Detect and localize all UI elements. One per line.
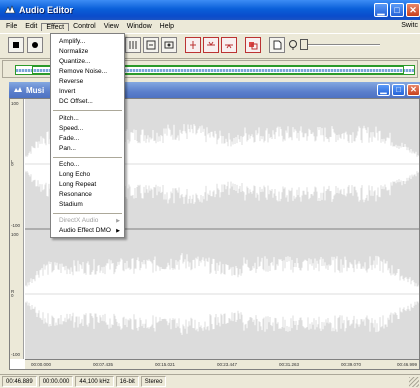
- close-button[interactable]: ✕: [406, 3, 420, 17]
- menu-item-directx-audio: DirectX Audio ▶: [51, 216, 124, 226]
- menu-item-quantize[interactable]: Quantize...: [51, 57, 124, 67]
- menu-item-audio-effect-dmo-label: Audio Effect DMO: [59, 227, 111, 234]
- child-maximize-button[interactable]: □: [392, 84, 405, 96]
- record-button[interactable]: [27, 37, 43, 53]
- time-ruler: 00:00.000 00:07.435 00:15.021 00:23.447 …: [25, 359, 419, 369]
- time-label: 00:15.021: [155, 362, 176, 367]
- menu-effect[interactable]: Effect: [41, 22, 70, 31]
- menu-separator: [53, 110, 122, 111]
- amplitude-ruler: 100 0 -100 100 0 -100 L R: [10, 99, 24, 359]
- zoom-slider-thumb[interactable]: [300, 39, 308, 50]
- record-icon: [32, 42, 38, 48]
- menu-item-normalize[interactable]: Normalize: [51, 47, 124, 57]
- channel-right-label: R: [11, 289, 15, 294]
- time-label: 00:23.447: [217, 362, 238, 367]
- submenu-arrow-icon: ▶: [116, 228, 120, 234]
- split-icon: [190, 41, 196, 49]
- menu-edit[interactable]: Edit: [21, 23, 41, 30]
- minimize-button[interactable]: ▁: [374, 3, 388, 17]
- mix-button[interactable]: [245, 37, 261, 53]
- time-label: 00:46.999: [397, 362, 418, 367]
- time-label: 00:31.263: [279, 362, 300, 367]
- submenu-arrow-icon: ▶: [116, 218, 120, 224]
- marker-icon: [129, 41, 137, 49]
- menu-control[interactable]: Control: [69, 23, 100, 30]
- menu-item-audio-effect-dmo[interactable]: Audio Effect DMO ▶: [51, 226, 124, 236]
- split-button[interactable]: [185, 37, 201, 53]
- time-label: 00:00.000: [31, 362, 52, 367]
- menu-bar: File Edit Effect Control View Window Hel…: [0, 20, 420, 33]
- channel-left-label: L: [11, 159, 14, 164]
- status-bit-depth: 16-bit: [115, 376, 139, 387]
- menu-file[interactable]: File: [2, 23, 21, 30]
- status-position: 00:46.889: [2, 376, 37, 387]
- menu-item-fade[interactable]: Fade...: [51, 134, 124, 144]
- status-selection: 00:00.000: [38, 376, 74, 387]
- menu-item-directx-audio-label: DirectX Audio: [59, 217, 99, 224]
- menu-window[interactable]: Window: [123, 23, 156, 30]
- stop-button[interactable]: [8, 37, 24, 53]
- ruler-label: 100: [11, 232, 19, 237]
- document-icon: [14, 87, 22, 92]
- volume-icon: [289, 40, 297, 50]
- trim-button[interactable]: [221, 37, 237, 53]
- app-title: Audio Editor: [19, 5, 73, 15]
- menu-item-speed[interactable]: Speed...: [51, 124, 124, 134]
- menu-item-invert[interactable]: Invert: [51, 87, 124, 97]
- marker-button[interactable]: [125, 37, 141, 53]
- status-bar: 00:46.889 00:00.000 44,100 kHz 16-bit St…: [0, 374, 420, 388]
- page-icon: [273, 40, 282, 50]
- app-icon: [4, 5, 16, 14]
- trim-icon: [225, 44, 233, 49]
- menu-view[interactable]: View: [100, 23, 123, 30]
- window-controls: ▁ □ ✕: [374, 3, 420, 17]
- child-close-button[interactable]: ✕: [407, 84, 420, 96]
- ruler-label: -100: [11, 352, 21, 357]
- menu-item-amplify[interactable]: Amplify...: [51, 37, 124, 47]
- time-label: 00:39.070: [341, 362, 362, 367]
- mix-icon: [249, 42, 258, 50]
- zoom-selection-icon: [146, 40, 156, 50]
- child-window-controls: ▁ □ ✕: [377, 84, 420, 96]
- insert-silence-button[interactable]: [203, 37, 219, 53]
- zoom-all-button[interactable]: [161, 37, 177, 53]
- menu-item-stadium[interactable]: Stadium: [51, 200, 124, 210]
- menu-item-pan[interactable]: Pan...: [51, 144, 124, 154]
- page-button[interactable]: [269, 37, 285, 53]
- maximize-button[interactable]: □: [390, 3, 404, 17]
- app-title-bar[interactable]: Audio Editor ▁ □ ✕: [0, 0, 420, 20]
- ruler-label: 100: [11, 101, 19, 106]
- menu-item-long-repeat[interactable]: Long Repeat: [51, 180, 124, 190]
- zoom-selection-button[interactable]: [143, 37, 159, 53]
- menu-item-resonance[interactable]: Resonance: [51, 190, 124, 200]
- menu-item-reverse[interactable]: Reverse: [51, 77, 124, 87]
- menu-help[interactable]: Help: [156, 23, 178, 30]
- time-label: 00:07.435: [93, 362, 114, 367]
- resize-grip[interactable]: [409, 377, 419, 387]
- status-sample-rate: 44,100 kHz: [75, 376, 114, 387]
- zoom-slider-track[interactable]: [300, 44, 380, 46]
- menu-item-pitch[interactable]: Pitch...: [51, 114, 124, 124]
- menu-item-echo[interactable]: Echo...: [51, 160, 124, 170]
- child-window-title: Musi: [26, 85, 45, 95]
- child-minimize-button[interactable]: ▁: [377, 84, 390, 96]
- effect-menu: Amplify... Normalize Quantize... Remove …: [50, 33, 125, 238]
- insert-silence-icon: [207, 41, 215, 46]
- ruler-label: -100: [11, 223, 21, 228]
- menu-item-long-echo[interactable]: Long Echo: [51, 170, 124, 180]
- zoom-all-icon: [164, 41, 174, 49]
- stop-icon: [13, 42, 19, 48]
- menu-item-remove-noise[interactable]: Remove Noise...: [51, 67, 124, 77]
- menu-separator: [53, 213, 122, 214]
- switch-label[interactable]: Switc: [401, 22, 418, 29]
- menu-separator: [53, 157, 122, 158]
- menu-item-dc-offset[interactable]: DC Offset...: [51, 97, 124, 107]
- status-channels: Stereo: [140, 376, 167, 387]
